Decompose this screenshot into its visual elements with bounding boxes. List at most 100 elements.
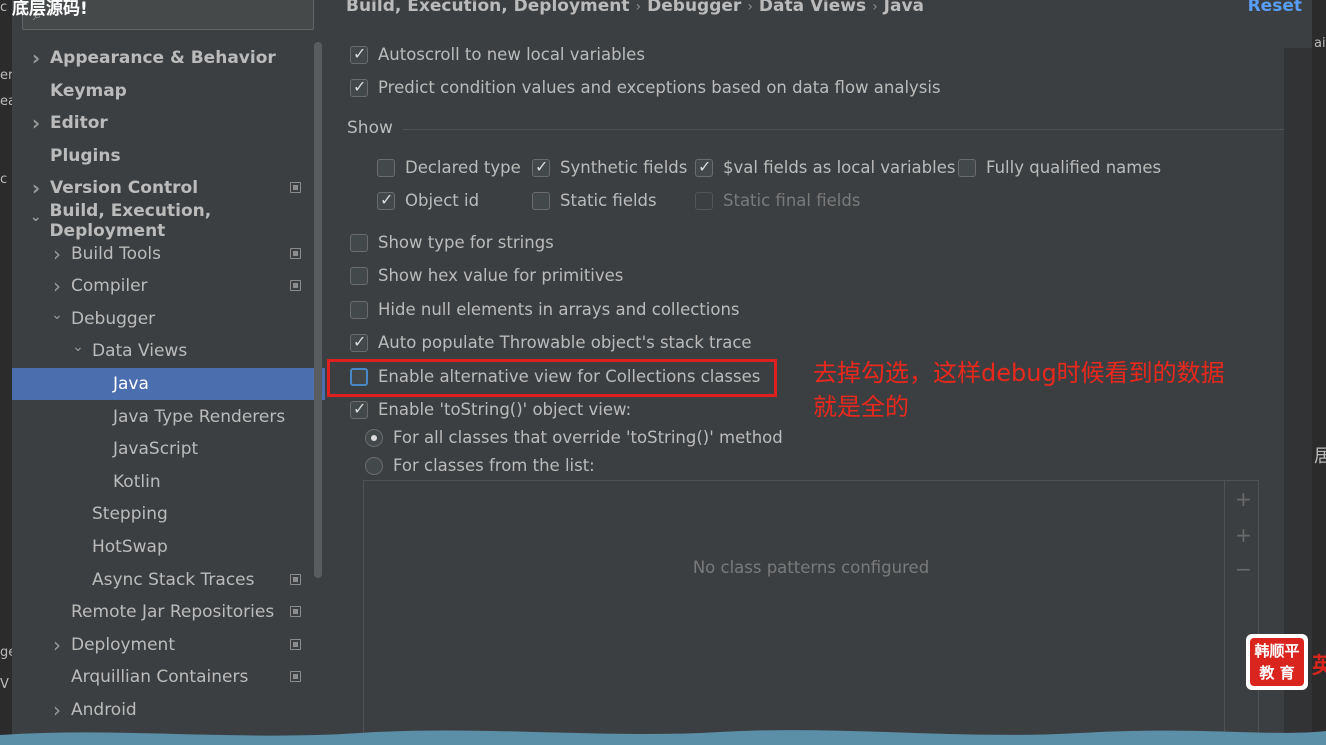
val-fields-row[interactable]: $val fields as local variables xyxy=(695,157,955,177)
sidebar-item-label: Appearance & Behavior xyxy=(50,48,276,68)
breadcrumb-item: Java xyxy=(883,0,925,16)
sidebar-item[interactable]: ⌄ Debugger xyxy=(12,303,325,335)
all-classes-radio-row[interactable]: For all classes that override 'toString(… xyxy=(365,428,783,447)
breadcrumb-separator-icon: › xyxy=(872,0,878,15)
chevron-right-icon[interactable]: › xyxy=(47,633,67,657)
remove-icon[interactable]: − xyxy=(1235,557,1252,581)
sidebar-item-label: Arquillian Containers xyxy=(71,667,249,688)
chevron-down-icon[interactable]: ⌄ xyxy=(68,339,88,355)
sidebar-item-label: Keymap xyxy=(50,80,127,101)
auto-populate-checkbox[interactable] xyxy=(350,332,368,352)
sidebar-item[interactable]: ⌄ Data Views xyxy=(12,335,325,367)
declared-type-checkbox[interactable] xyxy=(377,158,395,177)
hex-value-checkbox[interactable] xyxy=(350,266,368,285)
predict-checkbox[interactable] xyxy=(350,77,368,97)
sidebar-item[interactable]: JavaScript xyxy=(12,433,325,465)
sidebar-item[interactable]: Java Type Renderers xyxy=(12,401,325,433)
sidebar-item-label: Kotlin xyxy=(113,471,161,492)
breadcrumb-separator-icon: › xyxy=(635,0,642,15)
autoscroll-checkbox-row[interactable]: Autoscroll to new local variables xyxy=(350,44,645,64)
empty-list-text: No class patterns configured xyxy=(692,558,930,577)
sidebar-item[interactable]: Plugins xyxy=(12,140,325,172)
predict-checkbox-row[interactable]: Predict condition values and exceptions … xyxy=(350,77,941,97)
breadcrumb-item[interactable]: Debugger xyxy=(647,0,741,16)
edge-fragment: 居 xyxy=(1314,446,1326,467)
sidebar-item[interactable]: Arquillian Containers xyxy=(12,661,325,693)
sidebar-item[interactable]: Async Stack Traces xyxy=(12,564,325,596)
type-strings-row[interactable]: Show type for strings xyxy=(350,233,554,252)
sidebar-item-label: Editor xyxy=(50,113,108,134)
sidebar-item-label: Debugger xyxy=(71,308,156,329)
all-classes-radio[interactable] xyxy=(365,428,383,447)
synthetic-fields-row[interactable]: Synthetic fields xyxy=(532,157,687,177)
autoscroll-checkbox[interactable] xyxy=(350,44,368,64)
hide-null-checkbox[interactable] xyxy=(350,300,368,319)
project-scope-icon xyxy=(290,573,301,585)
sidebar-item[interactable]: › Version Control xyxy=(12,172,325,204)
sidebar-item[interactable]: Keymap xyxy=(12,75,325,107)
sidebar-item[interactable]: › Deployment xyxy=(12,629,325,661)
declared-type-row[interactable]: Declared type xyxy=(377,158,521,177)
tostring-label: Enable 'toString()' object view: xyxy=(378,400,632,419)
reset-link[interactable]: Reset xyxy=(1248,0,1302,16)
breadcrumb: Build, Execution, Deployment › Debugger › Da… xyxy=(346,0,924,16)
tostring-row[interactable]: Enable 'toString()' object view: xyxy=(350,399,632,419)
sidebar-item-label: Async Stack Traces xyxy=(92,569,255,590)
object-id-checkbox[interactable] xyxy=(377,190,395,210)
static-fields-row[interactable]: Static fields xyxy=(532,191,657,210)
sidebar-item[interactable]: Java xyxy=(12,368,325,400)
type-strings-checkbox[interactable] xyxy=(350,233,368,252)
edge-fragment: ai xyxy=(1314,36,1326,51)
logo-line: 教 育 xyxy=(1259,664,1295,682)
synthetic-fields-checkbox[interactable] xyxy=(532,157,550,177)
sidebar-item[interactable]: HotSwap xyxy=(12,531,325,563)
highlight-box xyxy=(327,359,777,397)
sidebar-item[interactable]: Remote Jar Repositories xyxy=(12,596,325,628)
sidebar-item[interactable]: › Android xyxy=(12,694,325,726)
chevron-right-icon[interactable]: › xyxy=(47,274,67,298)
class-patterns-list[interactable]: No class patterns configured + + − xyxy=(363,480,1259,745)
val-fields-checkbox[interactable] xyxy=(695,157,713,177)
breadcrumb-item[interactable]: Build, Execution, Deployment xyxy=(346,0,630,16)
sidebar-item-label: HotSwap xyxy=(92,537,168,557)
sidebar-item[interactable]: › Appearance & Behavior xyxy=(12,42,325,74)
add-class-icon[interactable]: + xyxy=(1235,487,1252,511)
fully-qualified-checkbox[interactable] xyxy=(958,158,976,177)
chevron-down-icon[interactable]: ⌄ xyxy=(26,209,45,225)
sidebar-item[interactable]: Kotlin xyxy=(12,466,325,498)
sidebar-item[interactable]: ⌄ Build, Execution, Deployment xyxy=(12,201,325,241)
from-list-radio-row[interactable]: For classes from the list: xyxy=(365,456,595,475)
sidebar-item[interactable]: › Compiler xyxy=(12,270,325,302)
sidebar-item[interactable]: Stepping xyxy=(12,498,325,530)
sidebar-item[interactable]: › Editor xyxy=(12,107,325,139)
video-frame-wave xyxy=(0,730,1326,745)
object-id-row[interactable]: Object id xyxy=(377,190,480,210)
chevron-right-icon[interactable]: › xyxy=(26,46,46,70)
content-scrollbar-thumb[interactable] xyxy=(1284,28,1312,48)
chevron-right-icon[interactable]: › xyxy=(47,242,67,266)
sidebar-item-label: Remote Jar Repositories xyxy=(71,602,275,623)
hide-null-label: Hide null elements in arrays and collect… xyxy=(378,300,740,319)
declared-type-label: Declared type xyxy=(405,158,521,177)
auto-populate-row[interactable]: Auto populate Throwable object's stack t… xyxy=(350,332,752,352)
chevron-right-icon[interactable]: › xyxy=(47,698,67,722)
chevron-right-icon[interactable]: › xyxy=(26,176,46,200)
hex-value-row[interactable]: Show hex value for primitives xyxy=(350,266,623,285)
tostring-checkbox[interactable] xyxy=(350,399,368,419)
breadcrumb-item[interactable]: Data Views xyxy=(759,0,866,16)
chevron-down-icon[interactable]: ⌄ xyxy=(47,307,67,323)
object-id-label: Object id xyxy=(405,191,480,210)
annotation-line: 就是全的 xyxy=(813,393,909,421)
chevron-right-icon[interactable]: › xyxy=(26,111,46,135)
hide-null-row[interactable]: Hide null elements in arrays and collect… xyxy=(350,300,740,319)
fully-qualified-row[interactable]: Fully qualified names xyxy=(958,158,1161,177)
sidebar-scrollbar[interactable] xyxy=(314,42,322,578)
add-pattern-icon[interactable]: + xyxy=(1235,523,1252,547)
sidebar-item[interactable]: › Build Tools xyxy=(12,238,325,270)
from-list-label: For classes from the list: xyxy=(393,456,595,475)
static-fields-checkbox[interactable] xyxy=(532,191,550,210)
project-scope-icon xyxy=(290,606,301,618)
static-final-fields-label: Static final fields xyxy=(723,191,861,210)
project-scope-icon xyxy=(290,280,301,292)
from-list-radio[interactable] xyxy=(365,456,383,475)
